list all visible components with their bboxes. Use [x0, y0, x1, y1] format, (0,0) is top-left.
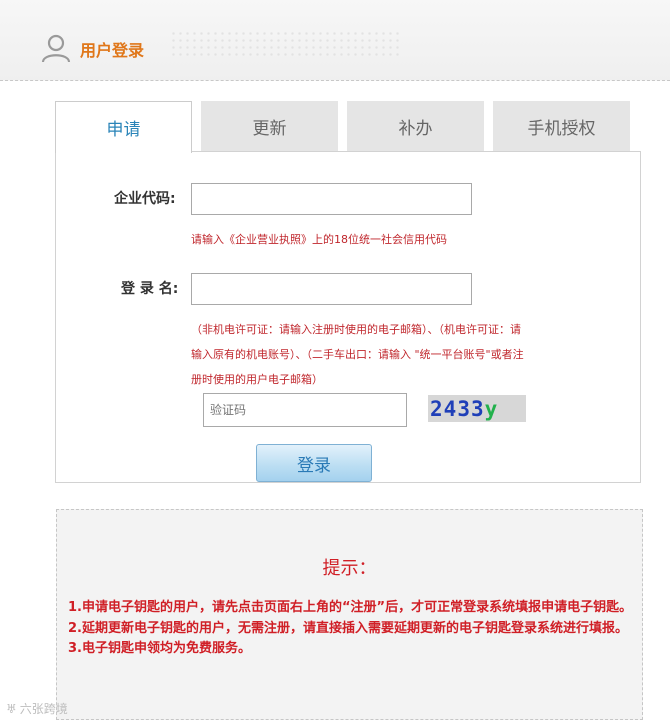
login-name-hint-line-3: 册时使用的用户电子邮箱） — [191, 373, 323, 386]
company-code-label: 企业代码: — [114, 191, 176, 207]
captcha-char: 4 — [443, 396, 458, 421]
tab-mobile-authorization[interactable]: 手机授权 — [493, 101, 630, 152]
watermark-text: 六张跨境 — [19, 702, 68, 716]
user-icon — [41, 34, 71, 63]
tip-item: 1.申请电子钥匙的用户，请先点击页面右上角的“注册”后，才可正常登录系统填报申请… — [68, 600, 633, 615]
company-code-hint: 请输入《企业营业执照》上的18位统一社会信用代码 — [191, 233, 447, 246]
captcha-char: 3 — [470, 396, 485, 421]
captcha-input[interactable] — [203, 393, 407, 427]
tab-update[interactable]: 更新 — [201, 101, 338, 152]
captcha-char: 3 — [457, 396, 471, 421]
captcha-char: y — [484, 396, 499, 421]
tip-item: 3.电子钥匙申领均为免费服务。 — [68, 641, 251, 656]
header-dot-pattern — [170, 30, 400, 60]
page-title: 用户登录 — [80, 41, 145, 60]
tip-item: 2.延期更新电子钥匙的用户，无需注册，请直接插入需要延期更新的电子钥匙登录系统进… — [68, 620, 628, 636]
tips-title: 提示： — [322, 558, 377, 579]
watermark-logo-icon: ♅ — [6, 701, 17, 716]
captcha-image[interactable]: 2 4 3 3 y — [428, 395, 526, 422]
tab-reissue[interactable]: 补办 — [347, 101, 484, 152]
page-header: 用户登录 — [0, 0, 670, 81]
watermark: ♅ 六张跨境 — [6, 700, 68, 717]
login-name-hint-line-1: （非机电许可证：请输入注册时使用的电子邮箱）、（机电许可证：请 — [191, 323, 521, 336]
login-button[interactable]: 登录 — [256, 444, 372, 482]
tips-box: 提示： 1.申请电子钥匙的用户，请先点击页面右上角的“注册”后，才可正常登录系统… — [56, 509, 643, 720]
tab-apply[interactable]: 申请 — [55, 101, 192, 153]
login-name-label: 登 录 名: — [121, 281, 179, 297]
login-name-input[interactable] — [191, 273, 472, 305]
captcha-char: 2 — [430, 396, 444, 421]
tips-list: 1.申请电子钥匙的用户，请先点击页面右上角的“注册”后，才可正常登录系统填报申请… — [68, 598, 634, 660]
login-name-hint-line-2: 输入原有的机电账号）、（二手车出口：请输入 "统一平台账号"或者注 — [191, 348, 524, 361]
company-code-input[interactable] — [191, 183, 472, 215]
